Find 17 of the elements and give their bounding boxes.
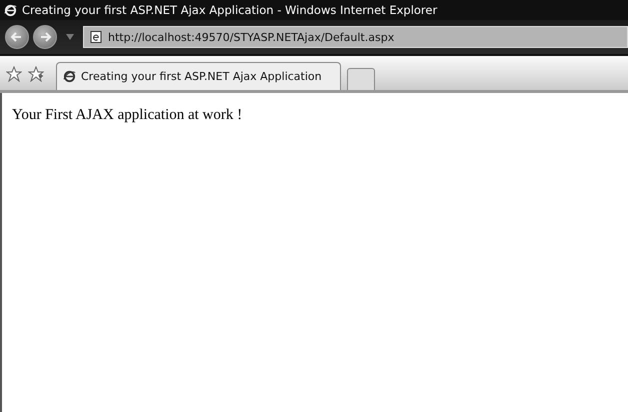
browser-logo-icon <box>4 4 17 16</box>
right-arrow-icon <box>38 30 52 44</box>
page-icon <box>90 31 102 43</box>
new-tab-button[interactable] <box>347 68 375 90</box>
left-arrow-icon <box>10 30 24 44</box>
star-plus-icon[interactable] <box>28 66 44 82</box>
back-button[interactable] <box>5 25 29 49</box>
window-title: Creating your first ASP.NET Ajax Application - Windows Internet Explorer <box>22 3 438 17</box>
forward-button[interactable] <box>33 25 57 49</box>
star-icon[interactable] <box>6 66 22 82</box>
page-text: Your First AJAX application at work ! <box>12 107 244 124</box>
tab-label: Creating your first ASP.NET Ajax Application <box>81 70 322 83</box>
dropdown-arrow-icon[interactable] <box>65 33 75 41</box>
address-field[interactable]: http://localhost:49570/STYASP.NETAjax/Default.aspx <box>83 26 628 48</box>
browser-logo-icon <box>63 70 76 83</box>
browser-tab[interactable]: Creating your first ASP.NET Ajax Application <box>56 62 341 90</box>
url-text: http://localhost:49570/STYASP.NETAjax/Default.aspx <box>108 30 394 44</box>
